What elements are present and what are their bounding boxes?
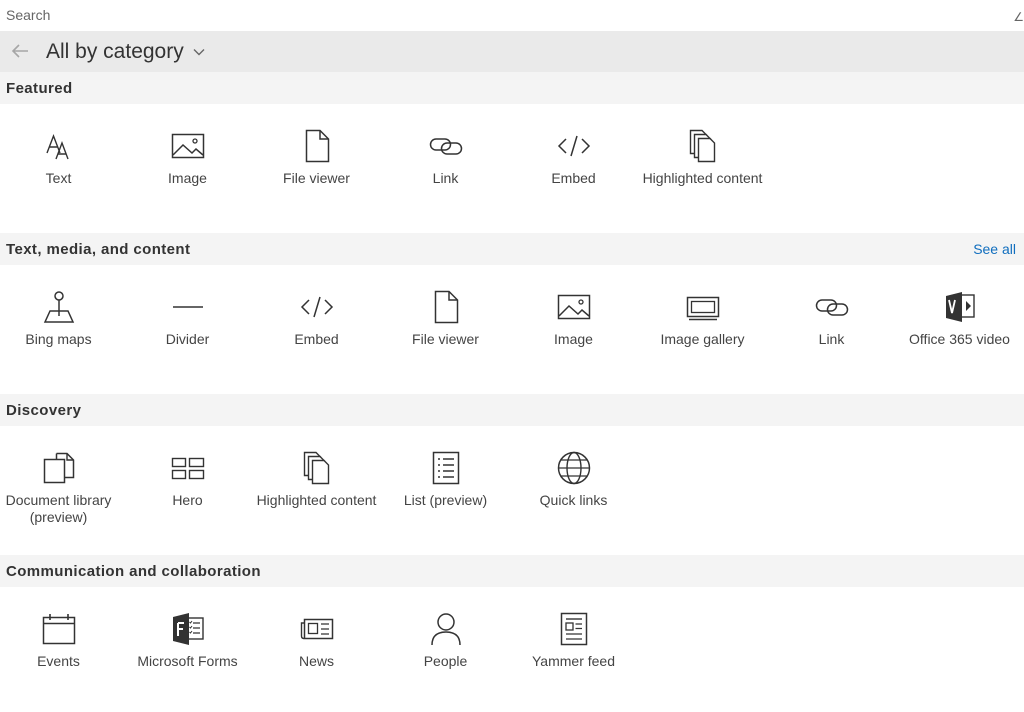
tile-label: Events — [37, 653, 80, 669]
section-header-discovery: Discovery — [0, 394, 1024, 426]
category-dropdown[interactable]: All by category — [46, 39, 205, 65]
tile-label: People — [423, 653, 468, 669]
yammer-feed-icon — [556, 611, 592, 647]
tile-label: Document library (preview) — [5, 492, 112, 525]
web-part-tile-news[interactable]: News — [252, 587, 381, 687]
web-part-tile-yammer-feed[interactable]: Yammer feed — [509, 587, 638, 687]
web-part-tile-text[interactable]: Text — [0, 104, 123, 204]
back-button[interactable] — [8, 39, 32, 63]
link-icon — [428, 128, 464, 164]
section-header-featured: Featured — [0, 72, 1024, 104]
web-part-tile-quick-links[interactable]: Quick links — [509, 426, 638, 526]
section-title: Featured — [6, 80, 73, 97]
tile-label: Image — [554, 331, 593, 347]
tile-label: Hero — [172, 492, 203, 508]
web-part-tile-list[interactable]: List (preview) — [381, 426, 510, 526]
tile-label: List (preview) — [403, 492, 488, 508]
tile-label: Text — [45, 170, 72, 186]
see-all-link[interactable]: See all — [973, 241, 1016, 257]
web-part-tile-image[interactable]: Image — [123, 104, 252, 204]
web-part-tile-bing-maps[interactable]: Bing maps — [0, 265, 123, 365]
tile-label: Highlighted content — [642, 170, 763, 186]
calendar-icon — [41, 611, 77, 647]
tile-label: News — [298, 653, 334, 669]
web-part-tile-link[interactable]: Link — [767, 265, 896, 365]
image-icon — [170, 128, 206, 164]
map-pin-icon — [41, 289, 77, 325]
tile-label: Bing maps — [25, 331, 92, 347]
tile-label: Office 365 video — [909, 331, 1010, 347]
tile-label: Yammer feed — [532, 653, 615, 669]
image-icon — [556, 289, 592, 325]
section-title: Communication and collaboration — [6, 563, 261, 580]
search-input[interactable] — [0, 0, 1006, 30]
news-icon — [299, 611, 335, 647]
web-part-tile-image-gallery[interactable]: Image gallery — [638, 265, 767, 365]
section-title: Discovery — [6, 402, 82, 419]
file-icon — [299, 128, 335, 164]
chevron-down-icon — [193, 49, 205, 56]
tile-label: Quick links — [539, 492, 608, 508]
web-part-tile-highlighted-content[interactable]: Highlighted content — [252, 426, 381, 526]
tile-label: Highlighted content — [256, 492, 377, 508]
link-icon — [814, 289, 850, 325]
embed-icon — [299, 289, 335, 325]
globe-icon — [556, 450, 592, 486]
tile-label: File viewer — [283, 170, 350, 186]
tile-label: Embed — [551, 170, 596, 186]
tile-label: Image — [168, 170, 207, 186]
tile-label: Image gallery — [660, 331, 745, 347]
office-video-icon — [942, 289, 978, 325]
web-part-tile-office-365-video[interactable]: Office 365 video — [895, 265, 1024, 365]
web-part-tile-divider[interactable]: Divider — [123, 265, 252, 365]
embed-icon — [556, 128, 592, 164]
document-library-icon — [41, 450, 77, 486]
web-part-tile-people[interactable]: People — [381, 587, 510, 687]
web-part-tile-events[interactable]: Events — [0, 587, 123, 687]
person-icon — [428, 611, 464, 647]
web-part-tile-hero[interactable]: Hero — [123, 426, 252, 526]
section-title: Text, media, and content — [6, 241, 191, 258]
section-header-communication: Communication and collaboration — [0, 555, 1024, 587]
web-part-tile-link[interactable]: Link — [381, 104, 510, 204]
tile-label: Link — [432, 170, 459, 186]
tile-label: File viewer — [412, 331, 479, 347]
web-part-tile-file-viewer[interactable]: File viewer — [381, 265, 510, 365]
file-icon — [428, 289, 464, 325]
tile-label: Divider — [165, 331, 210, 347]
highlighted-content-icon — [299, 450, 335, 486]
category-nav-bar: All by category — [0, 31, 1024, 72]
back-arrow-icon — [11, 44, 28, 58]
divider-icon — [170, 289, 206, 325]
image-gallery-icon — [685, 289, 721, 325]
highlighted-content-icon — [685, 128, 721, 164]
hero-icon — [170, 450, 206, 486]
web-part-tile-document-library[interactable]: Document library (preview) — [0, 426, 123, 526]
tile-label: Embed — [294, 331, 339, 347]
web-part-tile-microsoft-forms[interactable]: Microsoft Forms — [123, 587, 252, 687]
search-bar: ∠ — [0, 0, 1024, 31]
forms-icon — [170, 611, 206, 647]
text-icon — [41, 128, 77, 164]
scroll-edge-mark: ∠ — [1013, 10, 1024, 24]
web-part-tile-file-viewer[interactable]: File viewer — [252, 104, 381, 204]
tile-label: Microsoft Forms — [137, 653, 238, 669]
web-part-tile-image[interactable]: Image — [509, 265, 638, 365]
category-dropdown-label: All by category — [46, 40, 184, 63]
section-header-text-media-content: Text, media, and content See all — [0, 233, 1024, 265]
tile-label: Link — [818, 331, 845, 347]
web-part-tile-embed[interactable]: Embed — [509, 104, 638, 204]
list-icon — [428, 450, 464, 486]
web-part-tile-embed[interactable]: Embed — [252, 265, 381, 365]
web-part-tile-highlighted-content[interactable]: Highlighted content — [638, 104, 767, 204]
